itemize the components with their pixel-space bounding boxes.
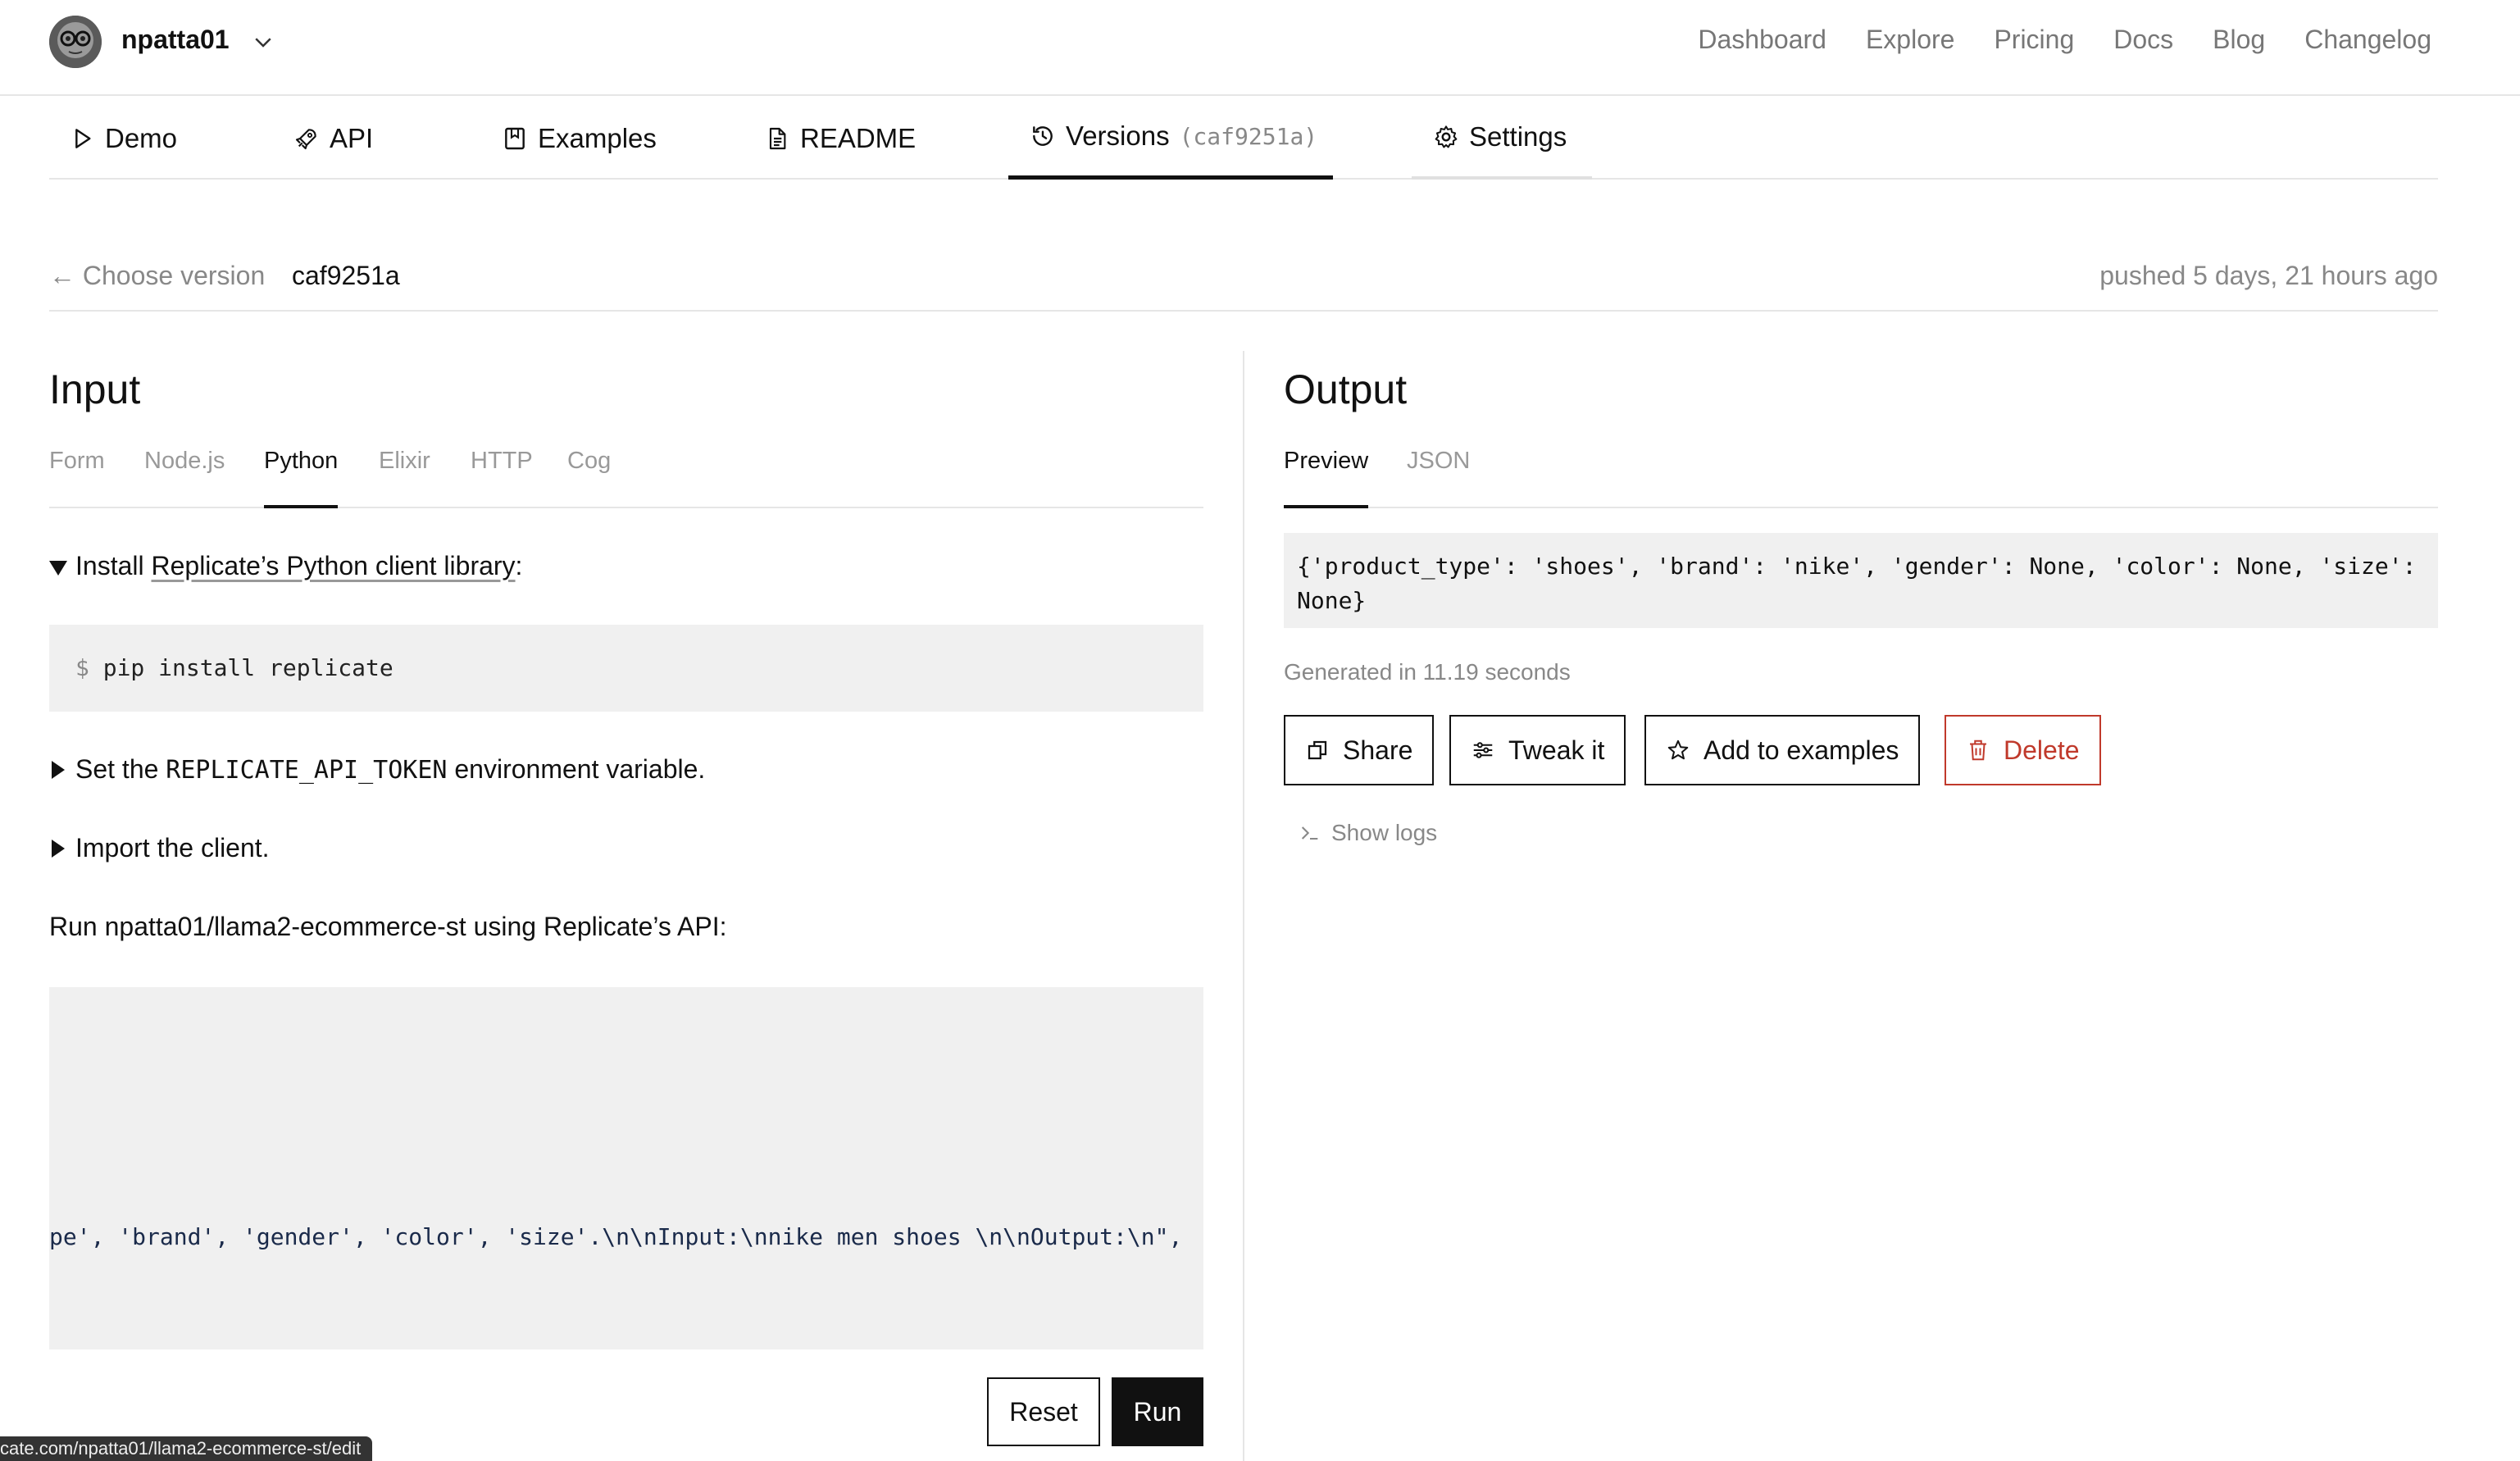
pip-command: pip install replicate <box>102 654 393 681</box>
star-icon <box>1667 740 1689 760</box>
expanded-triangle-icon <box>49 560 67 576</box>
avatar[interactable] <box>49 16 102 68</box>
env-var-name: REPLICATE_API_TOKEN <box>166 756 448 785</box>
document-icon <box>769 127 786 149</box>
tab-versions[interactable]: Versions (caf9251a) <box>1008 97 1333 180</box>
share-button[interactable]: Share <box>1284 715 1435 785</box>
install-prefix: Install <box>75 551 152 580</box>
output-result-text: {'product_type': 'shoes', 'brand': 'nike… <box>1297 553 2431 614</box>
tab-readme-label: README <box>800 122 917 153</box>
rocket-icon <box>295 128 316 149</box>
delete-label: Delete <box>2004 735 2080 765</box>
pushed-timestamp: pushed 5 days, 21 hours ago <box>2099 261 2438 290</box>
tab-json[interactable]: JSON <box>1407 448 1470 508</box>
play-icon <box>75 128 91 148</box>
output-tabs: Preview JSON <box>1284 439 2438 508</box>
output-heading: Output <box>1284 366 1408 412</box>
tab-versions-hash: (caf9251a) <box>1179 122 1318 150</box>
trash-icon <box>1970 740 1986 761</box>
nav-changelog[interactable]: Changelog <box>2304 25 2431 55</box>
install-section-toggle[interactable]: Install Replicate’s Python client librar… <box>49 551 522 581</box>
model-tabs: Demo API Examples README Versions (caf92… <box>49 97 2438 180</box>
nav-dashboard[interactable]: Dashboard <box>1698 25 1826 55</box>
show-logs-label: Show logs <box>1331 820 1438 845</box>
add-to-examples-label: Add to examples <box>1704 735 1899 765</box>
version-hash: caf9251a <box>292 261 400 290</box>
input-heading: Input <box>49 366 141 412</box>
reset-button[interactable]: Reset <box>987 1377 1100 1446</box>
nav-blog[interactable]: Blog <box>2213 25 2265 55</box>
add-to-examples-button[interactable]: Add to examples <box>1644 715 1921 785</box>
import-section-toggle[interactable]: Import the client. <box>49 833 270 863</box>
tab-python[interactable]: Python <box>264 448 339 508</box>
python-client-link[interactable]: Replicate’s Python client library <box>151 551 515 580</box>
python-code-block[interactable]: pe', 'brand', 'gender', 'color', 'size'.… <box>49 987 1203 1349</box>
run-button[interactable]: Run <box>1112 1377 1203 1446</box>
tab-settings[interactable]: Settings <box>1412 97 1592 180</box>
pip-install-code[interactable]: $ pip install replicate <box>49 625 1203 712</box>
tab-api-label: API <box>330 122 374 153</box>
terminal-icon <box>1301 826 1318 840</box>
env-suffix: environment variable. <box>447 754 706 784</box>
delete-button[interactable]: Delete <box>1945 715 2101 785</box>
bookmark-icon <box>505 127 525 149</box>
import-label: Import the client. <box>75 833 270 862</box>
collapsed-triangle-icon <box>52 760 65 779</box>
show-logs-toggle[interactable]: Show logs <box>1299 820 1437 846</box>
tab-settings-label: Settings <box>1469 121 1567 152</box>
collapsed-triangle-icon <box>52 839 65 858</box>
tab-nodejs[interactable]: Node.js <box>144 448 225 508</box>
tab-api[interactable]: API <box>293 97 373 180</box>
tab-demo[interactable]: Demo <box>69 97 177 180</box>
tab-cog[interactable]: Cog <box>567 448 611 508</box>
run-instruction-text: Run npatta01/llama2-ecommerce-st using R… <box>49 912 727 941</box>
nav-pricing[interactable]: Pricing <box>1994 25 2074 55</box>
column-divider <box>1243 351 1244 1461</box>
username[interactable]: npatta01 <box>121 25 230 55</box>
gear-icon <box>1435 125 1458 148</box>
share-label: Share <box>1343 735 1413 765</box>
input-tabs: Form Node.js Python Elixir HTTP Cog <box>49 439 1203 508</box>
top-navbar: npatta01 Dashboard Explore Pricing Docs … <box>0 0 2520 96</box>
tab-readme[interactable]: README <box>764 97 916 180</box>
tab-preview[interactable]: Preview <box>1284 448 1369 508</box>
tab-examples[interactable]: Examples <box>502 97 657 180</box>
nav-explore[interactable]: Explore <box>1866 25 1955 55</box>
copy-icon <box>1308 740 1327 760</box>
prompt-symbol: $ <box>75 654 89 681</box>
chevron-down-icon[interactable] <box>251 30 275 54</box>
tab-demo-label: Demo <box>105 122 178 153</box>
choose-version-link[interactable]: ← Choose version <box>49 261 265 291</box>
env-prefix: Set the <box>75 754 166 784</box>
code-line: pe', 'brand', 'gender', 'color', 'size'.… <box>49 1223 1183 1250</box>
tab-elixir[interactable]: Elixir <box>379 448 430 508</box>
sliders-icon <box>1473 742 1493 758</box>
status-bar-url: cate.com/npatta01/llama2-ecommerce-st/ed… <box>0 1436 373 1461</box>
tweak-label: Tweak it <box>1508 735 1605 765</box>
history-icon <box>1033 126 1053 146</box>
output-result-box: {'product_type': 'shoes', 'brand': 'nike… <box>1284 533 2438 628</box>
install-suffix: : <box>515 551 523 580</box>
top-nav-links: Dashboard Explore Pricing Docs Blog Chan… <box>1698 25 2431 55</box>
tab-examples-label: Examples <box>538 122 657 153</box>
run-instruction: Run npatta01/llama2-ecommerce-st using R… <box>49 912 726 942</box>
tweak-button[interactable]: Tweak it <box>1449 715 1626 785</box>
generation-time: Generated in 11.19 seconds <box>1284 659 1571 685</box>
tab-versions-label: Versions <box>1066 121 1170 151</box>
tab-form[interactable]: Form <box>49 448 105 508</box>
nav-docs[interactable]: Docs <box>2113 25 2173 55</box>
version-row: ← Choose version caf9251a pushed 5 days,… <box>49 246 2438 312</box>
tab-http[interactable]: HTTP <box>471 448 533 508</box>
env-section-toggle[interactable]: Set the REPLICATE_API_TOKEN environment … <box>49 754 705 785</box>
